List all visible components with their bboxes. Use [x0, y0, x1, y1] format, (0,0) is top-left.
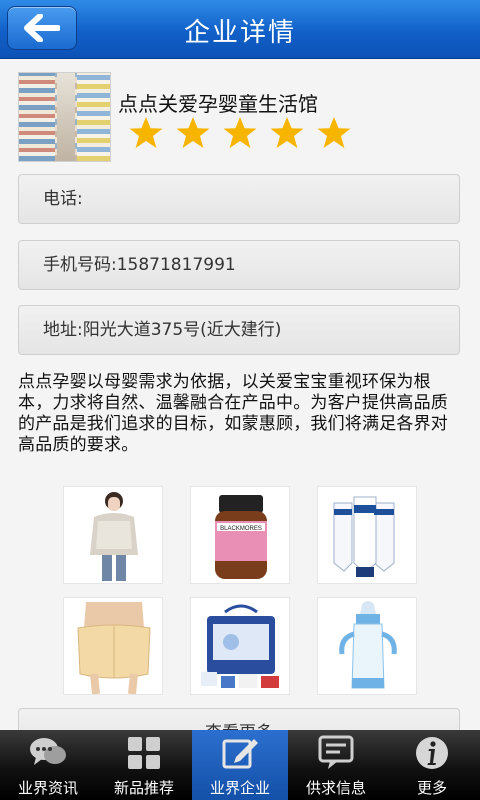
product-supplement-bottle[interactable]: BLACKMORES — [190, 486, 290, 584]
rating-stars — [128, 116, 352, 152]
tab-industry-news[interactable]: 业界资讯 — [0, 730, 96, 800]
product-image: BLACKMORES — [215, 495, 267, 579]
tab-more[interactable]: 更多 — [384, 730, 480, 800]
product-maternity-top[interactable] — [63, 486, 163, 584]
tab-supply-demand[interactable]: 供求信息 — [288, 730, 384, 800]
product-image — [77, 602, 151, 694]
star-icon — [270, 117, 304, 148]
product-feeding-bottle[interactable] — [317, 597, 417, 695]
tab-label: 更多 — [416, 779, 447, 797]
bottom-tab-bar: 业界资讯 新品推荐 业界企业 供求信息 更多 — [0, 730, 480, 800]
product-belly-band[interactable] — [63, 597, 163, 695]
tab-label: 业界资讯 — [17, 779, 78, 797]
product-image — [339, 601, 397, 689]
tab-industry-companies[interactable]: 业界企业 — [192, 730, 288, 800]
star-icon — [317, 117, 351, 148]
star-icon — [223, 117, 257, 148]
message-icon — [318, 735, 354, 769]
address-field[interactable]: 地址:阳光大道375号(近大建行) — [18, 305, 460, 355]
header-bar: 企业详情 — [0, 0, 480, 59]
product-baby-gift-set[interactable] — [190, 597, 290, 695]
view-more-button[interactable]: 查看更多 — [18, 708, 460, 730]
tab-label: 业界企业 — [209, 779, 270, 797]
edit-icon — [222, 739, 258, 769]
company-name: 点点关爱孕婴童生活馆 — [118, 92, 318, 116]
tab-label: 供求信息 — [305, 779, 366, 797]
star-icon — [129, 117, 163, 148]
tab-new-products[interactable]: 新品推荐 — [96, 730, 192, 800]
shop-photo — [18, 72, 111, 162]
chat-bubbles-icon — [30, 738, 66, 765]
product-image — [201, 604, 279, 688]
product-image — [90, 492, 138, 581]
product-image — [333, 496, 395, 577]
product-cream-tubes[interactable] — [317, 486, 417, 584]
tab-label: 新品推荐 — [113, 779, 174, 797]
svg-text:BLACKMORES: BLACKMORES — [220, 526, 262, 532]
page-title: 企业详情 — [183, 18, 296, 48]
company-detail-content[interactable]: 点点关爱孕婴童生活馆 电话: 手机号码:15871817991 地址:阳光大道3… — [0, 58, 480, 730]
info-icon — [416, 737, 448, 769]
company-description: 点点孕婴以母婴需求为依据，以关爱宝宝重视环保为根本，力求将自然、温馨融合在产品中… — [18, 372, 448, 455]
phone-field[interactable]: 电话: — [18, 174, 460, 224]
mobile-field[interactable]: 手机号码:15871817991 — [18, 240, 460, 290]
star-icon — [176, 117, 210, 148]
grid-icon — [128, 737, 160, 769]
